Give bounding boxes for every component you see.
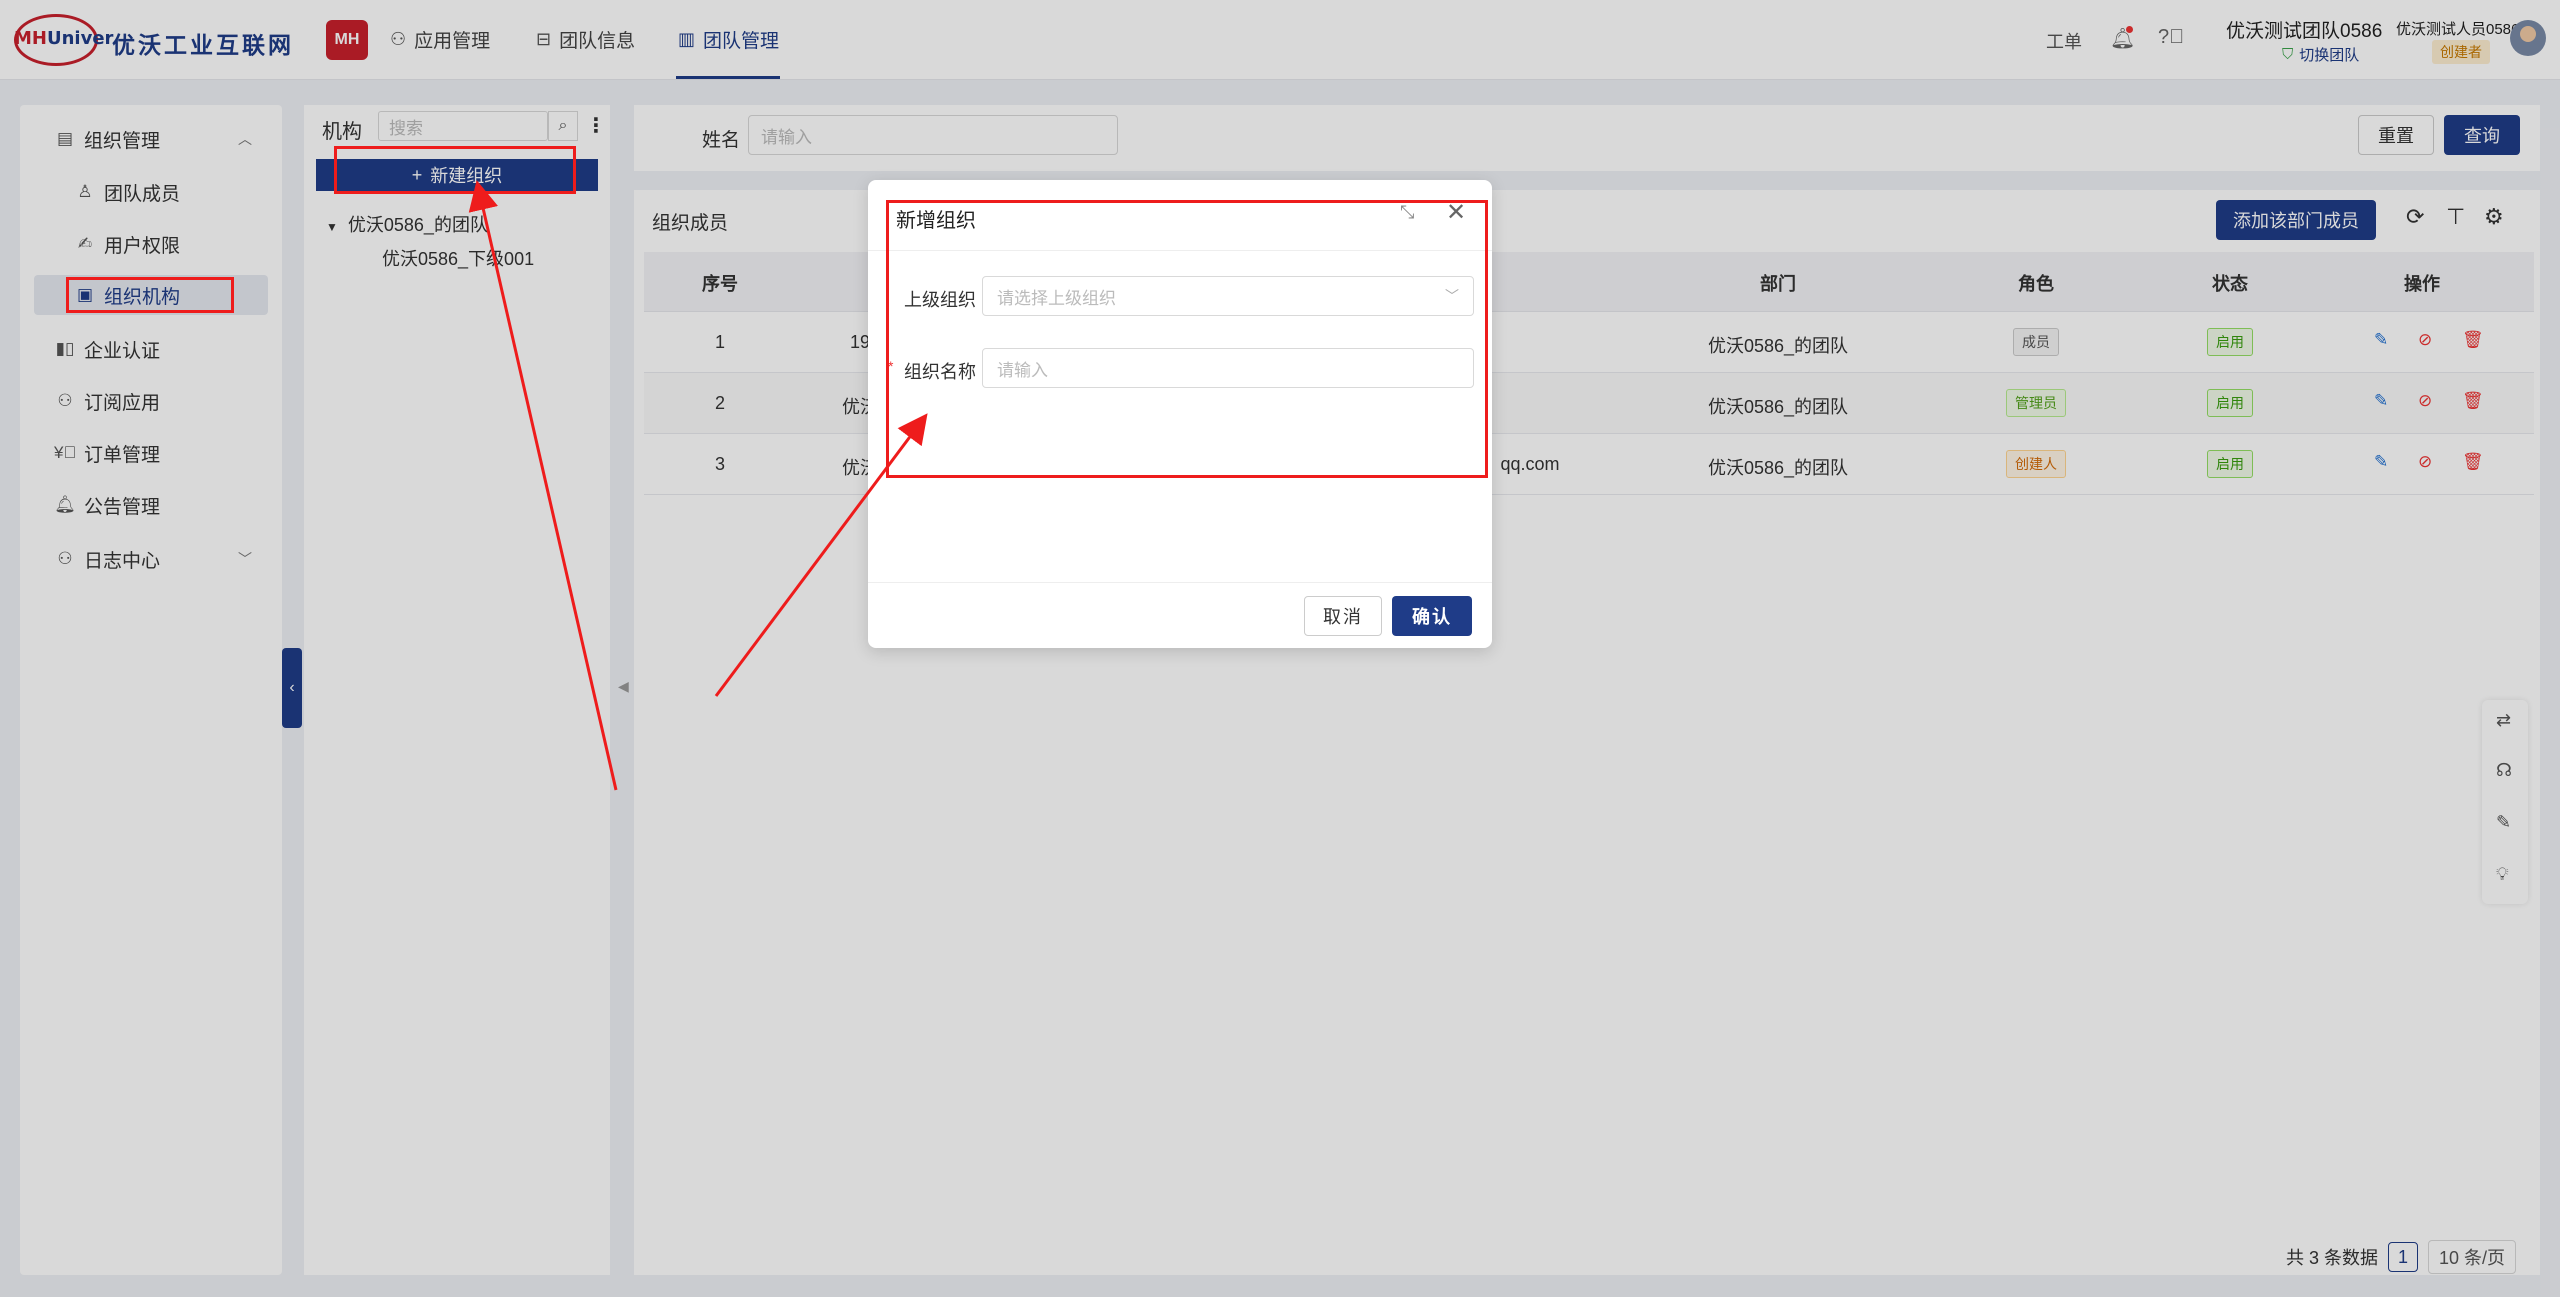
chevron-down-icon: ﹀ bbox=[1445, 288, 1459, 304]
confirm-button[interactable]: 确认 bbox=[1392, 596, 1472, 636]
close-icon[interactable]: ✕ bbox=[1446, 198, 1466, 227]
parent-org-select[interactable]: 请选择上级组织 ﹀ bbox=[982, 276, 1474, 316]
new-org-modal: 新增组织 ⤡ ✕ 上级组织 请选择上级组织 ﹀ * 组织名称 请输入 取消 确认 bbox=[868, 180, 1492, 648]
fullscreen-icon[interactable]: ⤡ bbox=[1400, 202, 1414, 223]
org-name-input[interactable]: 请输入 bbox=[982, 348, 1474, 388]
modal-title: 新增组织 bbox=[896, 210, 976, 232]
cancel-button[interactable]: 取消 bbox=[1304, 596, 1382, 636]
org-name-label: 组织名称 bbox=[904, 362, 976, 382]
parent-org-placeholder: 请选择上级组织 bbox=[997, 288, 1116, 308]
modal-footer-divider bbox=[868, 582, 1492, 583]
modal-divider bbox=[868, 250, 1492, 251]
required-mark: * bbox=[888, 358, 894, 374]
parent-org-label: 上级组织 bbox=[904, 290, 976, 310]
